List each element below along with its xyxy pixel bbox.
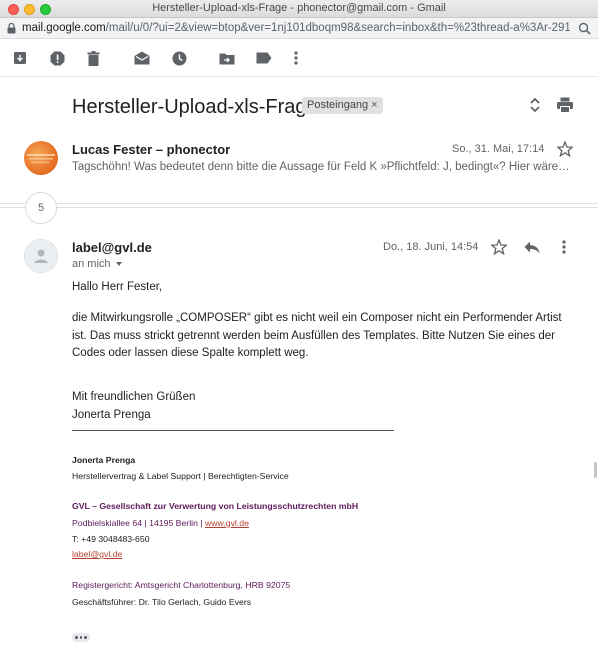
message-sender: label@gvl.de <box>72 240 152 255</box>
message-paragraph: die Mitwirkungsrolle „COMPOSER“ gibt es … <box>72 312 562 359</box>
signature-register: Registergericht: Amtsgericht Charlottenb… <box>72 580 291 590</box>
url-path: /mail/u/0/?ui=2&view=btop&ver=1nj101dboq… <box>105 22 570 34</box>
message-snippet[interactable]: Tagschöhn! Was bedeutet denn bitte die A… <box>72 161 572 173</box>
print-icon[interactable] <box>556 96 574 114</box>
url-text[interactable]: mail.google.com/mail/u/0/?ui=2&view=btop… <box>22 22 570 34</box>
label-chip[interactable]: Posteingang × <box>302 97 383 114</box>
archive-icon[interactable] <box>11 49 29 67</box>
divider <box>0 207 598 208</box>
signature-name: Jonerta Prenga <box>72 455 136 465</box>
avatar <box>24 239 58 273</box>
message-greeting: Hallo Herr Fester, <box>72 281 163 293</box>
chevron-down-icon <box>115 262 122 267</box>
labels-icon[interactable] <box>255 49 273 67</box>
sender-logo-image <box>27 154 55 163</box>
message-sender: Lucas Fester – phonector <box>72 142 231 157</box>
message-toolbar <box>0 39 598 77</box>
delete-icon[interactable] <box>84 49 102 67</box>
recipient-text: an mich <box>72 258 111 270</box>
snooze-icon[interactable] <box>170 49 188 67</box>
closing-text: Mit freundlichen Grüßen <box>72 391 196 403</box>
signature-address: Podbielskiallee 64 | 14195 Berlin | www.… <box>72 518 249 528</box>
signature-company: GVL – Gesellschaft zur Verwertung von Le… <box>72 501 359 511</box>
signature-phone: T: +49 3048483-650 <box>72 534 150 544</box>
signature-role: Herstellervertrag & Label Support | Bere… <box>72 471 289 481</box>
zoom-icon[interactable] <box>578 22 591 35</box>
label-chip-text: Posteingang <box>307 99 369 111</box>
expand-all-icon[interactable] <box>526 96 544 114</box>
remove-label-icon[interactable]: × <box>371 99 377 111</box>
closing-name: Jonerta Prenga <box>72 408 151 421</box>
collapsed-messages-button[interactable]: 5 <box>25 192 57 224</box>
window-title: Hersteller-Upload-xls-Frage - phonector@… <box>152 2 446 14</box>
lock-icon <box>7 23 16 34</box>
website-link[interactable]: www.gvl.de <box>205 518 249 528</box>
window-titlebar: Hersteller-Upload-xls-Frage - phonector@… <box>0 0 598 18</box>
url-domain: mail.google.com <box>22 22 106 34</box>
message-date: Do., 18. Juni, 14:54 <box>383 241 479 253</box>
star-icon[interactable] <box>557 141 573 157</box>
star-icon[interactable] <box>491 239 507 255</box>
signature-email: label@gvl.de <box>72 549 122 559</box>
person-icon <box>34 249 48 263</box>
more-icon[interactable] <box>562 240 566 254</box>
email-link[interactable]: label@gvl.de <box>72 549 122 559</box>
signature-managers: Geschäftsführer: Dr. Tilo Gerlach, Guido… <box>72 597 252 607</box>
move-to-icon[interactable] <box>218 49 236 67</box>
message-closing: Mit freundlichen Grüßen Jonerta Prenga <box>72 389 195 424</box>
thread-subject: Hersteller-Upload-xls-Frage <box>72 96 318 118</box>
show-trimmed-content-button[interactable] <box>72 633 90 642</box>
scrollbar-thumb[interactable] <box>594 462 597 478</box>
recipient-details-toggle[interactable]: an mich <box>72 258 122 270</box>
reply-icon[interactable] <box>524 241 540 254</box>
address-bar[interactable]: mail.google.com/mail/u/0/?ui=2&view=btop… <box>0 18 598 39</box>
more-icon[interactable] <box>287 49 305 67</box>
address-text: Podbielskiallee 64 | 14195 Berlin | <box>72 518 205 528</box>
message-date: So., 31. Mai, 17:14 <box>452 143 545 155</box>
signature-separator <box>72 430 394 431</box>
avatar <box>24 141 58 175</box>
report-spam-icon[interactable] <box>48 49 66 67</box>
divider <box>0 203 598 204</box>
mark-unread-icon[interactable] <box>133 49 151 67</box>
